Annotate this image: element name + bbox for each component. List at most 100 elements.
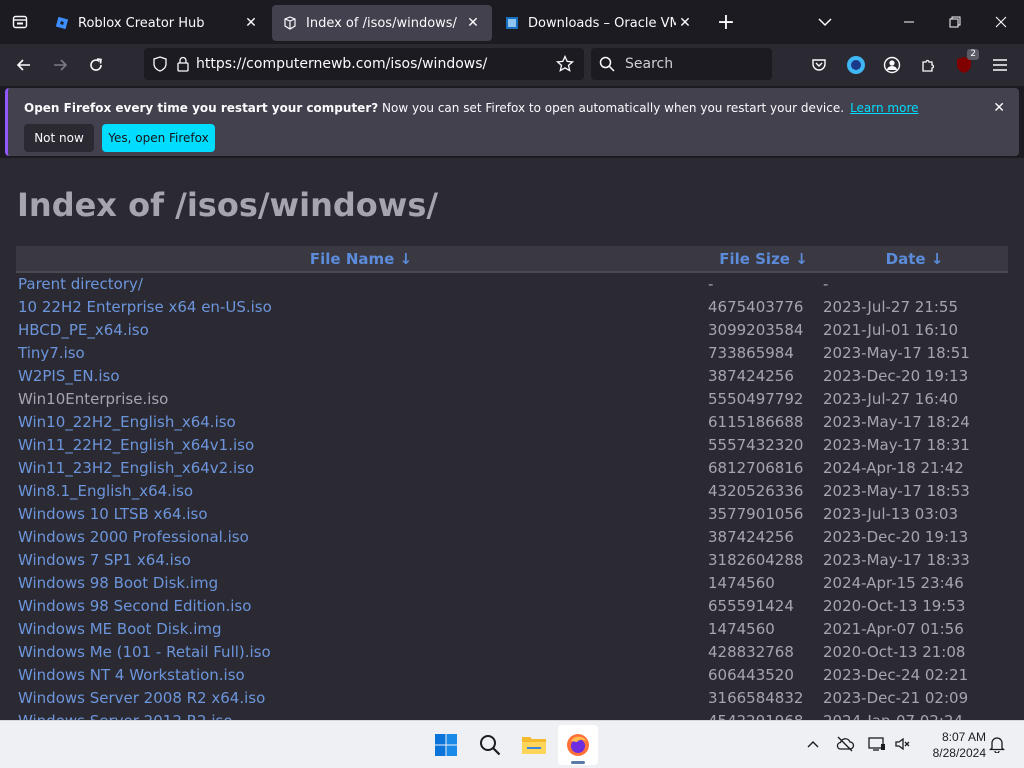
- file-name-link[interactable]: Win8.1_English_x64.iso: [16, 479, 706, 502]
- file-size: 1474560: [708, 573, 775, 592]
- restore-button[interactable]: [932, 0, 978, 44]
- firefox-view-button[interactable]: [0, 0, 40, 44]
- minimize-button[interactable]: [886, 0, 932, 44]
- file-name-link[interactable]: Win10Enterprise.iso: [16, 387, 706, 410]
- network-tray-icon[interactable]: [866, 733, 888, 755]
- tab-roblox[interactable]: Roblox Creator Hub ✕: [44, 5, 270, 41]
- file-name-link[interactable]: W2PIS_EN.iso: [16, 364, 706, 387]
- taskbar-search-button[interactable]: [470, 725, 510, 765]
- new-tab-button[interactable]: +: [708, 4, 744, 40]
- file-date: 2023-Dec-20 19:13: [823, 366, 969, 385]
- file-size: 6812706816: [708, 458, 804, 477]
- tab-virtualbox[interactable]: Downloads – Oracle VM VirtualBox ✕: [494, 5, 704, 41]
- file-name-link[interactable]: HBCD_PE_x64.iso: [16, 318, 706, 341]
- back-button[interactable]: [6, 47, 42, 83]
- search-placeholder: Search: [625, 56, 674, 72]
- globe-extension-icon: [847, 56, 865, 74]
- file-name-link[interactable]: Parent directory/: [16, 272, 706, 295]
- file-name-link[interactable]: Win10_22H2_English_x64.iso: [16, 410, 706, 433]
- table-row: Windows 2000 Professional.iso 387424256 20…: [16, 525, 1008, 548]
- file-date: 2023-May-17 18:53: [823, 481, 970, 500]
- ublock-button[interactable]: 2: [948, 49, 980, 81]
- network-icon: [868, 737, 885, 751]
- file-name-link[interactable]: Windows NT 4 Workstation.iso: [16, 663, 706, 686]
- tracking-shield-icon[interactable]: [152, 56, 168, 72]
- chevron-down-icon: [818, 18, 832, 27]
- table-row: Win10Enterprise.iso 5550497792 2023-Jul-27…: [16, 387, 1008, 410]
- file-name-link[interactable]: Windows 98 Boot Disk.img: [16, 571, 706, 594]
- file-name-link[interactable]: Tiny7.iso: [16, 341, 706, 364]
- close-tab-icon[interactable]: ✕: [242, 14, 260, 32]
- account-sync-button[interactable]: [840, 49, 872, 81]
- close-notification-icon[interactable]: ✕: [993, 100, 1005, 116]
- file-name-link[interactable]: Windows Me (101 - Retail Full).iso: [16, 640, 706, 663]
- url-text[interactable]: https://computernewb.com/isos/windows/: [196, 56, 556, 72]
- table-row: Win10_22H2_English_x64.iso 6115186688 2023…: [16, 410, 1008, 433]
- start-button[interactable]: [426, 725, 466, 765]
- file-name-link[interactable]: Windows Server 2008 R2 x64.iso: [16, 686, 706, 709]
- search-bar[interactable]: Search: [591, 48, 772, 80]
- file-name-link[interactable]: Windows ME Boot Disk.img: [16, 617, 706, 640]
- not-now-button[interactable]: Not now: [24, 124, 94, 152]
- table-row: Windows Server 2012 R2.iso45422919682024…: [16, 709, 1008, 721]
- tab-index-isos[interactable]: Index of /isos/windows/ ✕: [272, 5, 492, 41]
- file-name-link[interactable]: Windows Server 2012 R2.iso: [16, 709, 706, 721]
- address-bar[interactable]: https://computernewb.com/isos/windows/: [144, 48, 584, 80]
- file-size: -: [708, 275, 714, 293]
- virtualbox-favicon-icon: [504, 15, 520, 31]
- onedrive-tray-icon[interactable]: [834, 733, 856, 755]
- file-explorer-button[interactable]: [514, 725, 554, 765]
- table-row: W2PIS_EN.iso 387424256 2023-Dec-20 19:13: [16, 364, 1008, 387]
- file-name-link[interactable]: 10 22H2 Enterprise x64 en-US.iso: [16, 295, 706, 318]
- yes-open-firefox-button[interactable]: Yes, open Firefox: [102, 124, 215, 152]
- notification-bold-text: Open Firefox every time you restart your…: [24, 101, 379, 115]
- lock-icon[interactable]: [176, 56, 190, 72]
- file-date: 2021-Apr-07 01:56: [823, 619, 964, 638]
- taskbar-clock[interactable]: 8:07 AM 8/28/2024: [920, 729, 986, 761]
- learn-more-link[interactable]: Learn more: [850, 101, 918, 115]
- account-button[interactable]: [876, 49, 908, 81]
- chevron-up-icon: [807, 741, 819, 748]
- forward-button[interactable]: [42, 47, 78, 83]
- volume-tray-icon[interactable]: [892, 733, 914, 755]
- tab-bar: Roblox Creator Hub ✕ Index of /isos/wind…: [0, 0, 1024, 44]
- reload-button[interactable]: [78, 47, 114, 83]
- file-name-link[interactable]: Win11_22H2_English_x64v1.iso: [16, 433, 706, 456]
- notification-message: Open Firefox every time you restart your…: [24, 101, 919, 115]
- file-date: 2023-Dec-20 19:13: [823, 527, 969, 546]
- close-tab-icon[interactable]: ✕: [464, 14, 482, 32]
- file-name-link[interactable]: Win11_23H2_English_x64v2.iso: [16, 456, 706, 479]
- bookmark-star-icon[interactable]: [556, 55, 574, 73]
- file-date: 2023-Jul-27 16:40: [823, 389, 959, 408]
- table-row: Windows NT 4 Workstation.iso 606443520 202…: [16, 663, 1008, 686]
- file-size: 3182604288: [708, 550, 804, 569]
- column-header-date[interactable]: Date ↓: [821, 246, 1008, 273]
- tab-title: Roblox Creator Hub: [78, 15, 205, 31]
- extensions-button[interactable]: [912, 49, 944, 81]
- table-row: Win11_22H2_English_x64v1.iso 5557432320 20…: [16, 433, 1008, 456]
- column-header-file-name[interactable]: File Name ↓: [16, 246, 706, 273]
- hamburger-menu-icon: [993, 59, 1007, 71]
- file-name-link[interactable]: Windows 10 LTSB x64.iso: [16, 502, 706, 525]
- column-header-file-size[interactable]: File Size ↓: [706, 246, 821, 273]
- app-menu-button[interactable]: [984, 49, 1016, 81]
- list-all-tabs-button[interactable]: [802, 0, 848, 44]
- table-row: Win8.1_English_x64.iso 4320526336 2023-May…: [16, 479, 1008, 502]
- close-window-button[interactable]: [978, 0, 1024, 44]
- default-browser-notification: Open Firefox every time you restart your…: [5, 88, 1019, 156]
- firefox-taskbar-button[interactable]: [558, 725, 598, 765]
- show-hidden-icons-button[interactable]: [802, 733, 824, 755]
- file-name-link[interactable]: Windows 98 Second Edition.iso: [16, 594, 706, 617]
- file-date: 2020-Oct-13 21:08: [823, 642, 966, 661]
- file-size: 428832768: [708, 642, 794, 661]
- user-avatar-icon: [883, 56, 901, 74]
- file-size: 6115186688: [708, 412, 804, 431]
- file-size: 3166584832: [708, 688, 804, 707]
- file-name-link[interactable]: Windows 2000 Professional.iso: [16, 525, 706, 548]
- file-size: 3577901056: [708, 504, 804, 523]
- table-row: Windows 10 LTSB x64.iso 3577901056 2023-Ju…: [16, 502, 1008, 525]
- pocket-button[interactable]: [803, 49, 835, 81]
- close-tab-icon[interactable]: ✕: [676, 14, 694, 32]
- notifications-button[interactable]: [986, 733, 1008, 755]
- file-name-link[interactable]: Windows 7 SP1 x64.iso: [16, 548, 706, 571]
